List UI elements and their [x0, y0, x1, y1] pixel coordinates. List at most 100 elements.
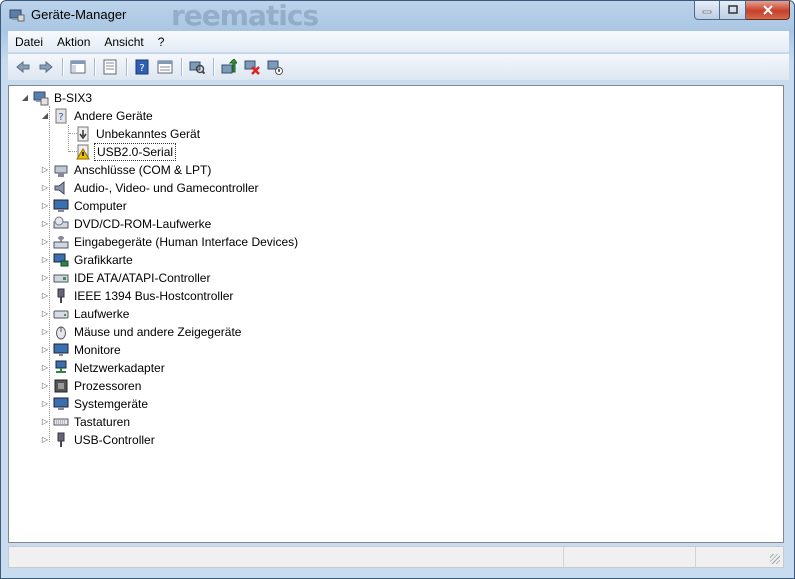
properties-button[interactable]	[99, 56, 121, 78]
expand-arrow-icon[interactable]: ▷	[41, 256, 49, 264]
tree-node-drives[interactable]: ▷ Laufwerke	[41, 305, 131, 323]
mouse-icon	[56, 326, 66, 340]
tree-root[interactable]: ◢ B-SIX3	[21, 89, 94, 107]
tree-node-network[interactable]: ▷ Netzwerkadapter	[41, 359, 167, 377]
expand-arrow-icon[interactable]: ▷	[41, 364, 49, 372]
tree-node-keyboards[interactable]: ▷ Tastaturen	[41, 413, 132, 431]
expand-arrow-icon[interactable]: ▷	[41, 274, 49, 282]
menu-help[interactable]: ?	[151, 32, 172, 52]
help-button[interactable]: ?	[131, 56, 153, 78]
show-hide-console-tree-button[interactable]	[67, 56, 89, 78]
toolbar: ?	[8, 54, 789, 80]
tree-node-ports[interactable]: ▷ Anschlüsse (COM & LPT)	[41, 161, 213, 179]
unknown-device-warning-icon	[77, 126, 89, 142]
window-view-icon	[157, 60, 173, 74]
tree-node-label: IEEE 1394 Bus-Hostcontroller	[74, 289, 234, 303]
tree-node-monitors[interactable]: ▷ Monitore	[41, 341, 123, 359]
menu-bar: Datei Aktion Ansicht ?	[8, 31, 789, 53]
tree-node-label: IDE ATA/ATAPI-Controller	[74, 271, 211, 285]
expand-arrow-icon[interactable]: ▷	[41, 400, 49, 408]
tree-node-label: Systemgeräte	[74, 397, 149, 411]
tree-node-label: Unbekanntes Gerät	[96, 127, 201, 141]
tree-node-graphics[interactable]: ▷ Grafikkarte	[41, 251, 135, 269]
arrow-left-icon	[16, 60, 30, 74]
device-tree[interactable]: ◢ B-SIX3 ◢ ? Andere Geräte Unbekanntes G…	[8, 85, 784, 543]
expand-arrow-icon[interactable]: ▷	[41, 202, 49, 210]
tree-node-hid[interactable]: ▷ Eingabegeräte (Human Interface Devices…	[41, 233, 300, 251]
tree-node-label: Audio-, Video- und Gamecontroller	[74, 181, 259, 195]
expand-arrow-icon[interactable]: ▷	[41, 418, 49, 426]
tree-node-usb-serial[interactable]: USB2.0-Serial	[61, 143, 177, 161]
dvd-drive-icon	[53, 216, 69, 229]
speaker-icon	[54, 180, 65, 196]
close-button[interactable]	[746, 1, 790, 20]
disable-device-icon	[267, 60, 283, 75]
forward-button[interactable]	[35, 56, 57, 78]
device-manager-window: reematics Geräte-Manager Datei Aktion An…	[0, 0, 795, 579]
tree-node-usb[interactable]: ▷ USB-Controller	[41, 431, 157, 449]
tree-node-label: Laufwerke	[74, 307, 130, 321]
title-bar[interactable]: Geräte-Manager	[1, 1, 794, 29]
tree-node-computer[interactable]: ▷ Computer	[41, 197, 129, 215]
tree-root-label: B-SIX3	[54, 91, 93, 105]
computer-icon	[53, 199, 69, 212]
menu-aktion[interactable]: Aktion	[50, 32, 97, 52]
uninstall-button[interactable]	[241, 56, 263, 78]
expand-arrow-icon[interactable]: ▷	[41, 346, 49, 354]
expand-arrow-icon[interactable]: ▷	[41, 238, 49, 246]
computer-icon	[33, 91, 49, 106]
resize-grip[interactable]	[770, 554, 780, 564]
menu-ansicht[interactable]: Ansicht	[97, 32, 150, 52]
tree-node-label: Eingabegeräte (Human Interface Devices)	[74, 235, 299, 249]
expand-arrow-icon[interactable]: ▷	[41, 310, 49, 318]
tree-node-label: Tastaturen	[74, 415, 131, 429]
expand-arrow-icon[interactable]: ▷	[41, 220, 49, 228]
tree-node-dvd[interactable]: ▷ DVD/CD-ROM-Laufwerke	[41, 215, 213, 233]
disk-drive-icon	[53, 310, 69, 319]
expand-arrow-icon[interactable]: ▷	[41, 382, 49, 390]
toolbar-separator	[181, 58, 182, 76]
tree-node-label: Grafikkarte	[74, 253, 133, 267]
tree-node-label: Monitore	[74, 343, 121, 357]
minimize-button[interactable]	[694, 1, 720, 20]
svg-text:?: ?	[58, 112, 63, 123]
tree-node-other-devices[interactable]: ◢ ? Andere Geräte	[41, 107, 155, 125]
update-driver-button[interactable]	[218, 56, 240, 78]
window-title: Geräte-Manager	[31, 7, 127, 22]
view-button[interactable]	[154, 56, 176, 78]
update-driver-icon	[221, 59, 237, 74]
ide-controller-icon	[53, 274, 69, 283]
back-button[interactable]	[12, 56, 34, 78]
expand-arrow-icon[interactable]: ▷	[41, 184, 49, 192]
scan-hardware-icon	[189, 61, 205, 75]
collapse-arrow-icon[interactable]: ◢	[21, 94, 29, 102]
scan-hardware-button[interactable]	[186, 56, 208, 78]
menu-datei[interactable]: Datei	[8, 32, 50, 52]
tree-node-label: Andere Geräte	[74, 109, 153, 123]
properties-icon	[103, 59, 117, 75]
tree-node-ieee1394[interactable]: ▷ IEEE 1394 Bus-Hostcontroller	[41, 287, 235, 305]
expand-arrow-icon[interactable]: ▷	[41, 328, 49, 336]
tree-node-mice[interactable]: ▷ Mäuse und andere Zeigegeräte	[41, 323, 243, 341]
expand-arrow-icon[interactable]: ▷	[41, 166, 49, 174]
collapse-arrow-icon[interactable]: ◢	[41, 112, 49, 120]
monitor-icon	[53, 343, 69, 356]
maximize-button[interactable]	[720, 1, 746, 20]
tree-node-ide[interactable]: ▷ IDE ATA/ATAPI-Controller	[41, 269, 212, 287]
status-bar	[8, 546, 784, 568]
expand-arrow-icon[interactable]: ▷	[41, 436, 49, 444]
toolbar-separator	[62, 58, 63, 76]
tree-node-audio[interactable]: ▷ Audio-, Video- und Gamecontroller	[41, 179, 261, 197]
tree-node-label: DVD/CD-ROM-Laufwerke	[74, 217, 212, 231]
tree-node-processors[interactable]: ▷ Prozessoren	[41, 377, 143, 395]
tree-node-unknown-device[interactable]: Unbekanntes Gerät	[61, 125, 202, 143]
toolbar-separator	[126, 58, 127, 76]
processor-icon	[54, 379, 68, 393]
tree-node-system[interactable]: ▷ Systemgeräte	[41, 395, 150, 413]
expand-arrow-icon[interactable]: ▷	[41, 292, 49, 300]
tree-node-label: Prozessoren	[74, 379, 142, 393]
tree-node-label: Computer	[74, 199, 127, 213]
usb-icon	[57, 432, 65, 447]
toolbar-separator	[94, 58, 95, 76]
disable-button[interactable]	[264, 56, 286, 78]
